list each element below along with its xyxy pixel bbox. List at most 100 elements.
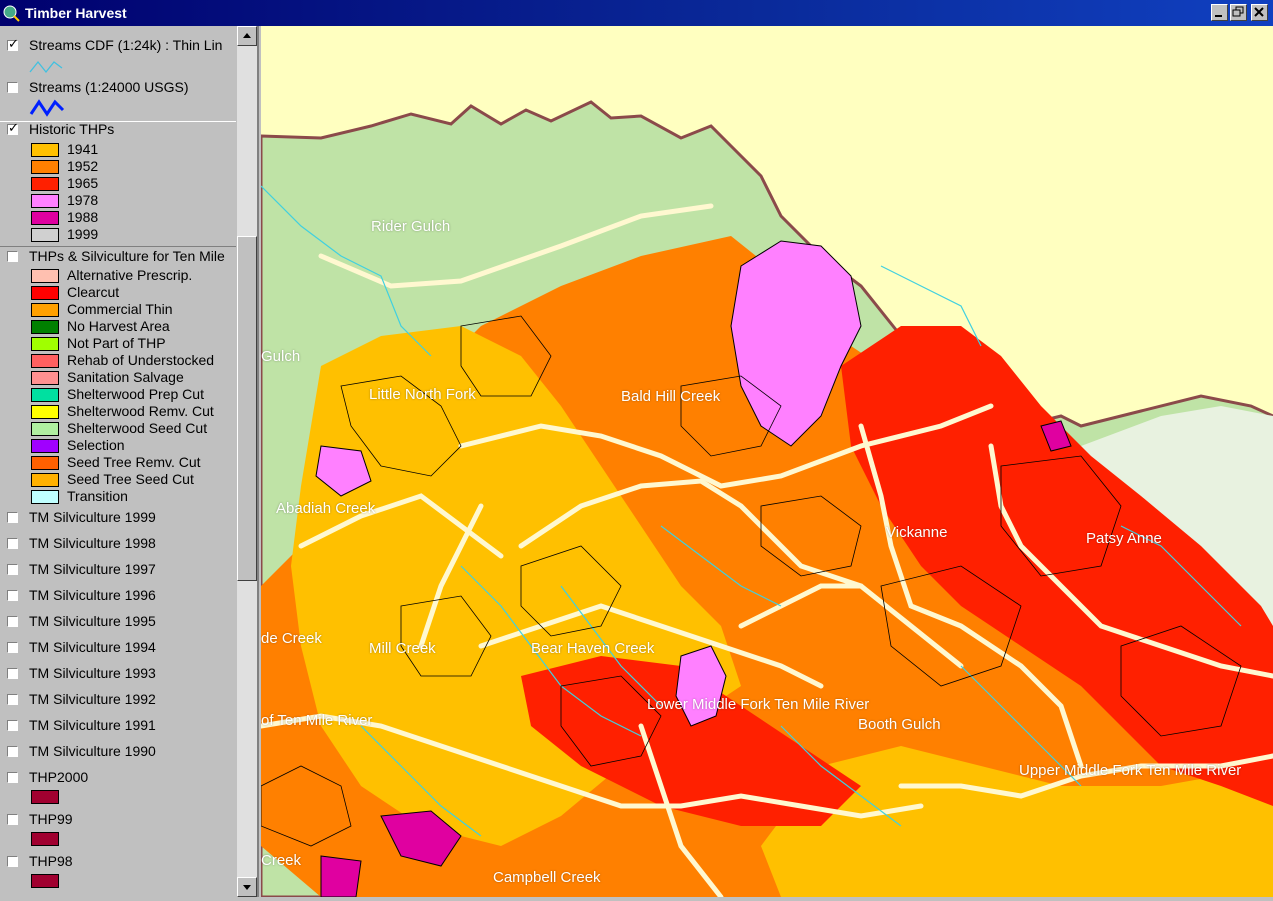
layer-label: TM Silviculture 1994 [29,639,156,655]
legend-swatch [31,490,59,504]
layer-checkbox[interactable] [7,814,18,825]
legend-swatch [31,439,59,453]
legend-swatch [31,286,59,300]
legend-swatch [31,371,59,385]
layer-label: THP2000 [29,769,89,785]
layer-checkbox[interactable] [7,616,18,627]
map-place-label: Bald Hill Creek [621,388,721,405]
legend-label: 1941 [67,141,99,157]
legend-label: Shelterwood Seed Cut [67,420,208,436]
legend-swatch [31,473,59,487]
harvest-1988-area [320,855,362,897]
stream-thin-line-icon [29,60,63,74]
map-place-label: Gulch [261,348,301,365]
legend-swatch [31,354,59,368]
legend-label: Commercial Thin [67,301,173,317]
map-place-label: Little North Fork [369,386,476,403]
legend-swatch [31,194,59,208]
layer-checkbox[interactable] [7,720,18,731]
legend-swatch [31,143,59,157]
legend-label: Alternative Prescrip. [67,267,193,283]
layer-checkbox[interactable] [7,37,19,52]
layer-checkbox[interactable] [7,694,18,705]
layer-label: Streams (1:24000 USGS) [29,79,189,95]
layer-label: THPs & Silviculture for Ten Mile [29,248,225,264]
legend-swatch [31,405,59,419]
legend-label: Sanitation Salvage [67,369,184,385]
layer-checkbox[interactable] [7,82,18,93]
legend-label: Shelterwood Prep Cut [67,386,204,402]
layer-checkbox[interactable] [7,856,18,867]
legend-swatch [31,422,59,436]
stream-thick-line-icon [29,99,65,117]
legend-swatch [31,456,59,470]
layer-label: THP99 [29,811,73,827]
layer-label: TM Silviculture 1998 [29,535,156,551]
layer-label: TM Silviculture 1999 [29,509,156,525]
legend-label: 1952 [67,158,99,174]
layer-label: Streams CDF (1:24k) : Thin Lin [29,37,223,53]
layer-checkbox[interactable] [7,512,18,523]
legend-label: 1965 [67,175,99,191]
scroll-down-button[interactable] [237,877,257,897]
legend-label: Rehab of Understocked [67,352,215,368]
layer-label: TM Silviculture 1992 [29,691,156,707]
window-title: Timber Harvest [25,5,127,21]
legend-label: 1988 [67,209,99,225]
legend-swatch [31,790,59,804]
layer-checkbox[interactable] [7,668,18,679]
layer-checkbox[interactable] [7,642,18,653]
legend-swatch [31,269,59,283]
table-of-contents: Streams CDF (1:24k) : Thin Lin Streams (… [0,26,259,897]
layer-checkbox[interactable] [7,251,18,262]
legend-swatch [31,337,59,351]
layer-checkbox[interactable] [7,590,18,601]
map-place-label: Upper Middle Fork Ten Mile River [1019,762,1242,779]
layer-label: TM Silviculture 1995 [29,613,156,629]
map-place-label: Campbell Creek [493,869,601,886]
map-place-label: Vickanne [886,524,948,541]
legend-swatch [31,388,59,402]
arrow-down-icon [243,885,251,890]
legend-label: 1978 [67,192,99,208]
layer-checkbox[interactable] [7,772,18,783]
title-bar[interactable]: Timber Harvest [0,0,1273,26]
restore-button[interactable] [1230,4,1247,21]
layer-label: TM Silviculture 1996 [29,587,156,603]
legend-swatch [31,177,59,191]
toc-scrollbar[interactable] [237,26,257,897]
legend-label: Seed Tree Remv. Cut [67,454,201,470]
legend-label: Selection [67,437,125,453]
close-button[interactable] [1251,4,1268,21]
arrow-up-icon [243,33,251,38]
layer-label: TM Silviculture 1991 [29,717,156,733]
legend-label: Transition [67,488,128,504]
map-view[interactable]: Rider Gulch Gulch Little North Fork Bald Hi… [261,26,1273,897]
layer-checkbox[interactable] [7,121,19,136]
scroll-up-button[interactable] [237,26,257,46]
legend-swatch [31,832,59,846]
legend-swatch [31,874,59,888]
legend-label: Seed Tree Seed Cut [67,471,194,487]
legend-label: Shelterwood Remv. Cut [67,403,214,419]
restore-icon [1232,6,1244,17]
layer-label: THP98 [29,853,73,869]
map-place-label: Abadiah Creek [276,500,376,517]
map-place-label: Rider Gulch [371,218,451,235]
layer-checkbox[interactable] [7,538,18,549]
layer-checkbox[interactable] [7,564,18,575]
layer-checkbox[interactable] [7,746,18,757]
close-icon [1254,7,1264,17]
layer-label: Historic THPs [29,121,115,137]
map-place-label: Lower Middle Fork Ten Mile River [647,696,870,713]
legend-label: Not Part of THP [67,335,166,351]
legend-label: 1999 [67,226,99,242]
legend-label: Clearcut [67,284,120,300]
minimize-button[interactable] [1211,4,1228,21]
legend-swatch [31,228,59,242]
legend-swatch [31,160,59,174]
globe-app-icon [2,4,20,22]
layer-label: TM Silviculture 1990 [29,743,156,759]
map-place-label: Patsy Anne [1086,530,1162,547]
scroll-thumb[interactable] [237,236,257,581]
